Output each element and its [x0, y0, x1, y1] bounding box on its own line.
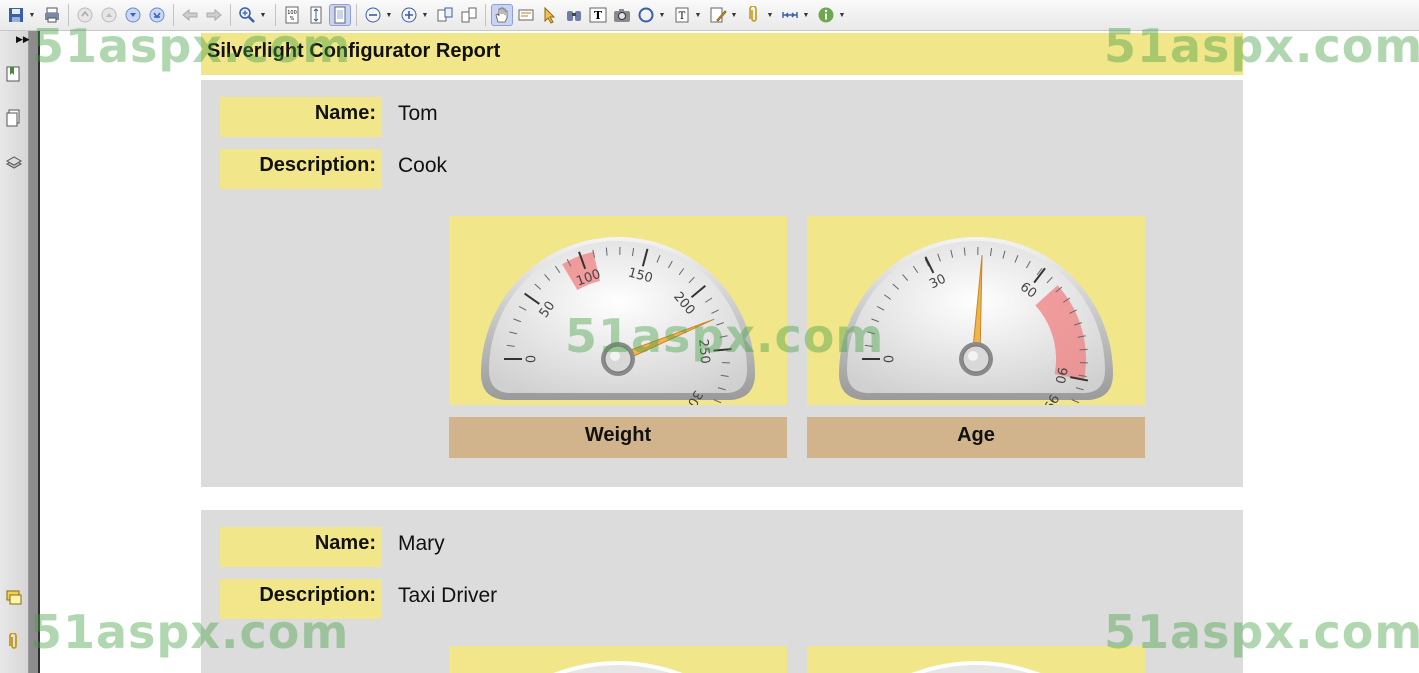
circle-tool-icon[interactable]: [635, 4, 657, 26]
attach-dropdown[interactable]: ▼: [766, 12, 774, 19]
gauge-tick-label: 0: [525, 355, 540, 363]
zoom-dropdown[interactable]: ▼: [259, 12, 267, 19]
gauge-hub-shine: [968, 351, 978, 361]
gauge-minor-tick: [1071, 399, 1080, 404]
save-icon[interactable]: [5, 4, 27, 26]
comments-icon[interactable]: [3, 587, 25, 609]
continuous-icon[interactable]: [458, 4, 480, 26]
highlight-dropdown[interactable]: ▼: [730, 12, 738, 19]
actual-size-icon[interactable]: 100%: [281, 4, 303, 26]
svg-text:T: T: [679, 11, 686, 22]
rotate-icon[interactable]: [434, 4, 456, 26]
name-value: Mary: [398, 532, 445, 555]
first-page-icon[interactable]: [74, 4, 96, 26]
layers-icon[interactable]: [3, 151, 25, 173]
description-value: Taxi Driver: [398, 584, 498, 607]
print-icon[interactable]: [41, 4, 63, 26]
description-label: Description:: [220, 149, 382, 189]
main-toolbar: ▼ ▼ 100% ▼ ▼ T ▼ T ▼ ▼ ▼ ▼ ▼: [0, 0, 1419, 31]
zoom-plus-icon[interactable]: [398, 4, 420, 26]
gauge-tick-label: 0: [883, 355, 898, 363]
gauge-tick-label: 90: [1052, 366, 1070, 385]
record-card: Name: Tom Description: Cook 0 50 100 150 200…: [201, 80, 1243, 487]
typewriter-dropdown[interactable]: ▼: [694, 12, 702, 19]
svg-text:%: %: [290, 16, 295, 22]
gauge-preview: [449, 646, 787, 673]
snapshot-icon[interactable]: [611, 4, 633, 26]
attach-icon[interactable]: [743, 4, 765, 26]
select-text-icon[interactable]: [515, 4, 537, 26]
bookmarks-icon[interactable]: [3, 63, 25, 85]
gauge-minor-tick: [713, 399, 722, 404]
pointer-icon[interactable]: [539, 4, 561, 26]
shape-dropdown[interactable]: ▼: [658, 12, 666, 19]
typewriter-icon[interactable]: T: [671, 4, 693, 26]
back-icon[interactable]: [179, 4, 201, 26]
forward-icon[interactable]: [203, 4, 225, 26]
age-gauge-dial: 030 609099: [839, 237, 1113, 405]
weight-gauge-dial: 050100 150200250300: [481, 237, 755, 405]
next-page-icon[interactable]: [122, 4, 144, 26]
report-title: Silverlight Configurator Report: [201, 33, 1243, 75]
navigation-pane: ▶▶: [0, 31, 30, 673]
gauge-minor-tick: [1079, 348, 1088, 351]
age-caption: Age: [807, 417, 1145, 458]
weight-caption: Weight: [449, 417, 787, 458]
record-card: Name: Mary Description: Taxi Driver: [201, 510, 1243, 673]
name-label: Name:: [220, 97, 382, 137]
expand-pane-icon[interactable]: ▶▶: [16, 34, 30, 45]
name-value: Tom: [398, 102, 438, 125]
description-value: Cook: [398, 154, 448, 177]
measure-dropdown[interactable]: ▼: [802, 12, 810, 19]
measure-icon[interactable]: [779, 4, 801, 26]
previous-page-icon[interactable]: [98, 4, 120, 26]
attachments-icon[interactable]: [3, 631, 25, 653]
info-icon[interactable]: [815, 4, 837, 26]
zoom-plus-dropdown[interactable]: ▼: [421, 12, 429, 19]
text-select-icon[interactable]: T: [587, 4, 609, 26]
gauge-preview: [807, 646, 1145, 673]
hand-tool-icon[interactable]: [491, 4, 513, 26]
fit-page-icon[interactable]: [305, 4, 327, 26]
gauge-tick-label: 250: [695, 338, 712, 364]
fit-width-icon[interactable]: [329, 4, 351, 26]
last-page-icon[interactable]: [146, 4, 168, 26]
find-icon[interactable]: [563, 4, 585, 26]
weight-gauge: 0 50 100 150 200 250 300: [449, 216, 787, 405]
zoom-in-icon[interactable]: [236, 4, 258, 26]
info-dropdown[interactable]: ▼: [838, 12, 846, 19]
description-label: Description:: [220, 579, 382, 619]
age-gauge: 0 30 60 90 99: [807, 216, 1145, 405]
pages-icon[interactable]: [3, 107, 25, 129]
highlight-icon[interactable]: [707, 4, 729, 26]
zoom-out-icon[interactable]: [362, 4, 384, 26]
zoom-out-dropdown[interactable]: ▼: [385, 12, 393, 19]
svg-text:T: T: [594, 9, 603, 22]
name-label: Name:: [220, 527, 382, 567]
save-dropdown[interactable]: ▼: [28, 12, 36, 19]
gauge-hub-shine: [610, 351, 620, 361]
